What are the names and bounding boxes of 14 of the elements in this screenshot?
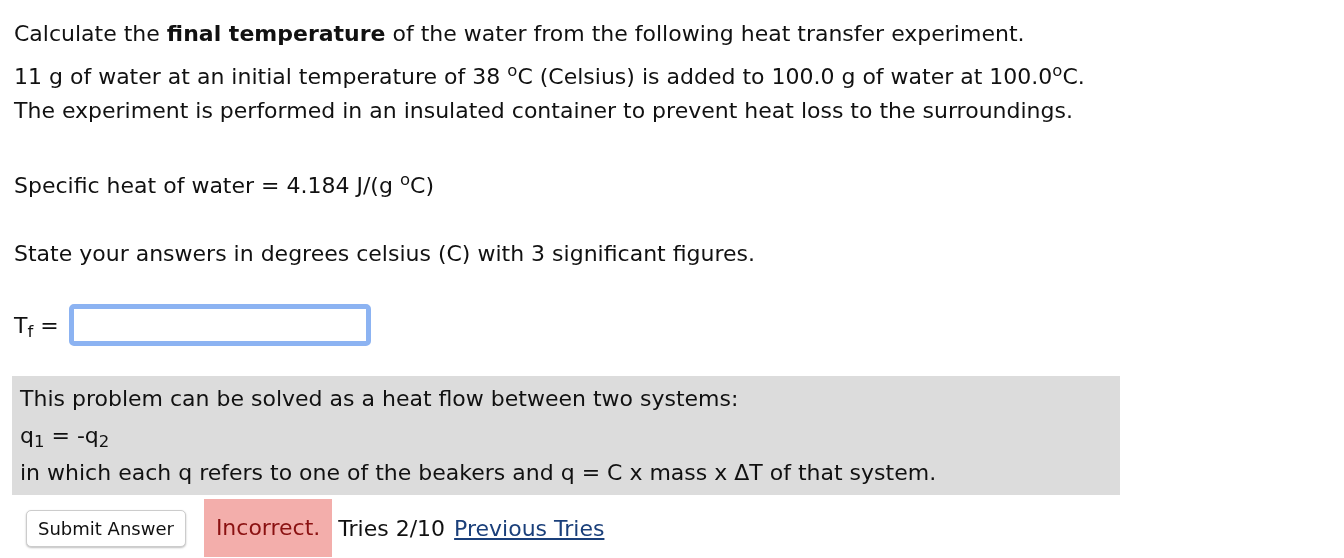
- problem-text: 11 g of water at an initial temperature of 38 $^{o}$C (Celsius) is added to 100.0 g of water at 100.0$^{o}$C.: [14, 60, 1086, 91]
- status-label: Incorrect.: [203, 499, 333, 557]
- answer-label: T$_{f}$ =: [14, 311, 59, 342]
- hint-text: q$_{1}$ = -q$_{2}$: [20, 422, 111, 454]
- question-text: Calculate the final temperature of the water from the following heat transfer experiment.: [14, 20, 1026, 48]
- hint-text: This problem can be solved as a heat flow between two systems:: [20, 385, 740, 413]
- problem-text: The experiment is performed in an insulated container to prevent heat loss to the surroundings.: [14, 97, 1074, 125]
- submit-button[interactable]: Submit Answer: [26, 509, 186, 547]
- hint-text: in which each q refers to one of the beakers and q = C x mass x ΔT of that system.: [20, 459, 938, 487]
- tries-count: Tries 2/10: [338, 514, 446, 543]
- given-text: Specific heat of water = 4.184 J/(g $^{o}$C): [14, 170, 435, 200]
- answer-field[interactable]: [68, 304, 371, 346]
- instruction-text: State your answers in degrees celsius (C) with 3 significant figures.: [14, 240, 756, 268]
- previous-tries-link[interactable]: Previous Tries: [454, 511, 605, 545]
